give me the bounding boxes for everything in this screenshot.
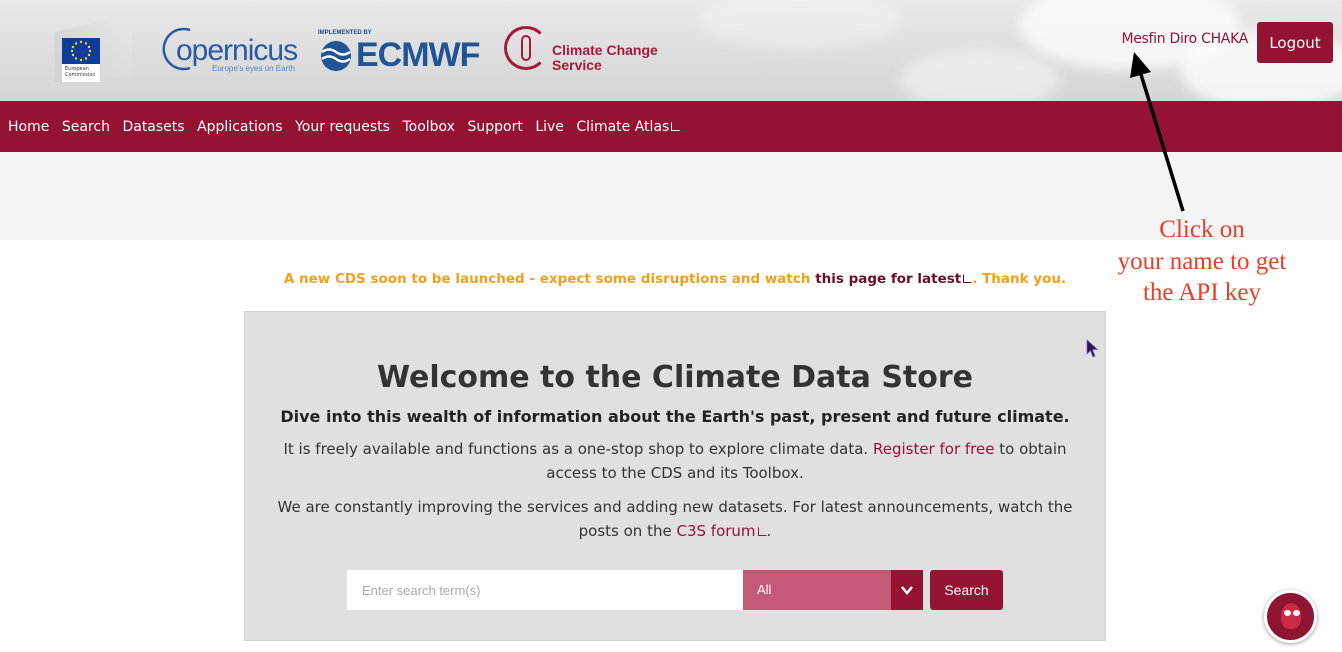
copernicus-word: opernicus [176,34,298,67]
c3s-line2: Service [552,57,602,73]
external-link-icon [757,527,767,536]
chatbot-avatar-icon [1281,603,1301,629]
ecmwf-waves-icon [321,41,351,71]
thermometer-icon [521,35,531,61]
main-nav: Home Search Datasets Applications Your r… [0,101,1342,152]
nav-item-applications[interactable]: Applications [197,119,283,135]
category-select[interactable]: All [743,570,923,610]
copernicus-logo[interactable]: opernicus Europe's eyes on Earth [160,24,298,76]
welcome-panel: Welcome to the Climate Data Store Dive i… [244,311,1106,641]
search-input[interactable] [347,570,744,610]
ecmwf-word: ECMWF [356,36,480,74]
search-button[interactable]: Search [930,570,1003,610]
register-link[interactable]: Register for free [873,440,995,458]
nav-item-support[interactable]: Support [467,119,522,135]
mouse-cursor-icon [1086,339,1099,358]
welcome-paragraph-1: It is freely available and functions as … [283,440,1067,482]
category-select-value: All [757,582,772,597]
ecmwf-logo[interactable]: IMPLEMENTED BY ECMWF [316,30,488,74]
nav-item-live[interactable]: Live [535,119,564,135]
european-commission-logo[interactable]: European Commission [46,20,132,82]
c3s-forum-link[interactable]: C3S forum [676,522,767,540]
nav-item-your-requests[interactable]: Your requests [295,119,390,135]
nav-item-climate-atlas[interactable]: Climate Atlas [576,119,681,135]
nav-item-datasets[interactable]: Datasets [122,119,184,135]
c3s-line1: Climate Change [552,42,658,58]
external-link-icon [963,274,973,283]
chatbot-button[interactable] [1264,590,1317,643]
welcome-subtitle: Dive into this wealth of information abo… [280,407,1070,426]
logout-button[interactable]: Logout [1257,22,1333,63]
header-banner: European Commission opernicus Europe's e… [0,0,1342,101]
username-link[interactable]: Mesfin Diro CHAKA [1112,31,1248,47]
annotation-text: Click on your name to get the API key [1117,216,1287,306]
nav-item-search[interactable]: Search [62,119,110,135]
welcome-paragraph-2: We are constantly improving the services… [277,498,1073,540]
nav-item-toolbox[interactable]: Toolbox [402,119,455,135]
chevron-down-icon[interactable] [891,570,923,610]
latest-page-link[interactable]: this page for latest [815,271,973,287]
climate-change-service-logo[interactable]: Climate Change Service [504,26,664,74]
copernicus-tagline: Europe's eyes on Earth [212,64,295,73]
external-link-icon [671,121,681,131]
page-title: Welcome to the Climate Data Store [376,360,974,395]
nav-item-home[interactable]: Home [8,119,49,135]
eu-caption: European Commission [62,64,100,82]
